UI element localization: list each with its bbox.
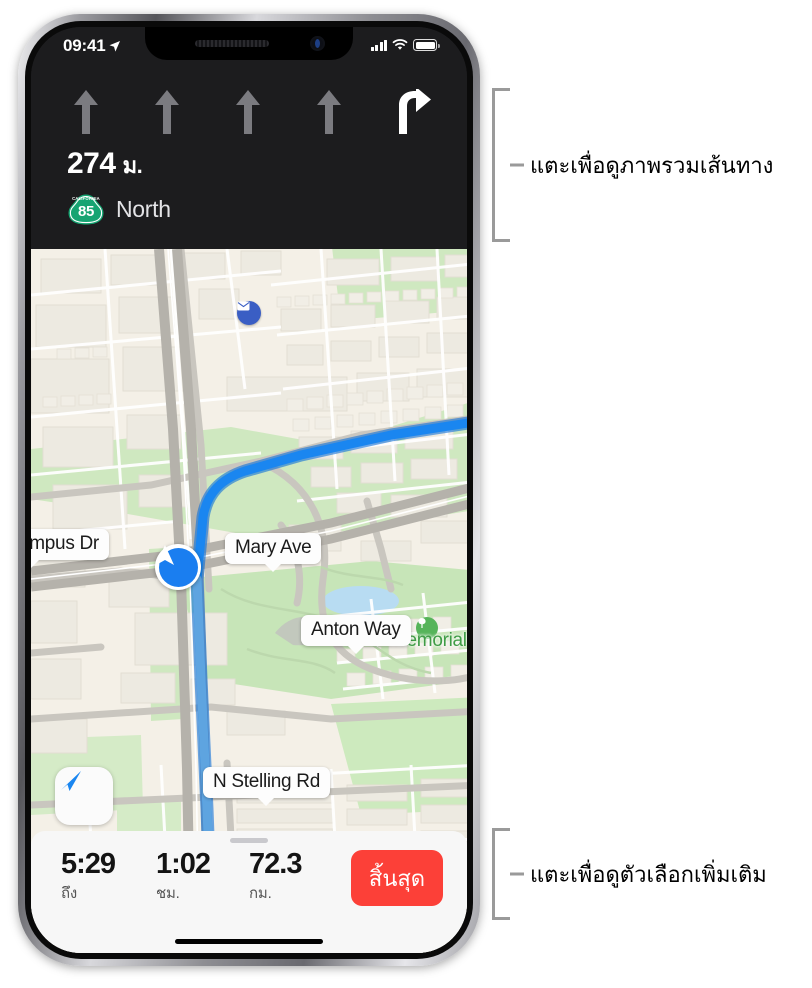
stat-distance: 72.3 กม.: [249, 849, 341, 905]
trip-info-sheet[interactable]: 5:29 ถึง 1:02 ชม. 72.3 กม. สิ้นสุด: [31, 831, 467, 953]
device-bezel: Memorial Par ampus Dr Mary Ave Anton Way…: [25, 21, 473, 959]
wifi-icon: [392, 39, 408, 50]
arrival-time-label: ถึง: [61, 884, 78, 902]
stat-arrival-time: 5:29 ถึง: [61, 849, 156, 905]
shield-state-text: CALIFORNIA: [72, 196, 100, 201]
distance-value: 274: [67, 147, 116, 180]
highway-shield-icon: CALIFORNIA 85: [67, 193, 105, 226]
trip-stats-row: 5:29 ถึง 1:02 ชม. 72.3 กม. สิ้นสุด: [31, 849, 467, 915]
distance-remaining-value: 72.3: [249, 848, 302, 880]
annotation-bracket: [492, 828, 510, 920]
road-name: North: [116, 196, 171, 222]
puck-inner: [156, 545, 198, 587]
iphone-device-frame: Memorial Par ampus Dr Mary Ave Anton Way…: [18, 14, 480, 966]
distance-to-maneuver: 274 ม.: [67, 147, 467, 183]
puck-arrow-glyph: [156, 545, 174, 565]
phone-screen: Memorial Par ampus Dr Mary Ave Anton Way…: [31, 27, 467, 953]
annotation-bracket: [492, 88, 510, 242]
map-callout-campus-dr[interactable]: ampus Dr: [31, 529, 109, 560]
status-bar: 09:41: [31, 27, 467, 67]
distance-remaining-label: กม.: [249, 884, 272, 902]
arrival-time-value: 5:29: [61, 848, 116, 880]
status-time-group: 09:41: [63, 36, 121, 56]
cellular-signal-icon: [370, 39, 387, 51]
screenshot-root: Memorial Par ampus Dr Mary Ave Anton Way…: [0, 0, 812, 988]
navigation-arrow-icon: [61, 771, 81, 791]
home-indicator-icon[interactable]: [175, 939, 323, 944]
end-navigation-button[interactable]: สิ้นสุด: [351, 850, 443, 906]
duration-label: ชม.: [156, 884, 180, 902]
shield-number-text: 85: [78, 203, 94, 220]
annotation-route-overview: แตะเพื่อดูภาพรวมเส้นทาง: [492, 88, 773, 242]
status-time: 09:41: [63, 36, 106, 55]
map-callout-n-stelling-rd[interactable]: N Stelling Rd: [203, 767, 330, 798]
distance-unit: ม.: [122, 153, 143, 178]
road-info-row: CALIFORNIA 85 North: [67, 193, 467, 226]
drag-handle-icon[interactable]: [230, 838, 268, 843]
location-arrow-icon: [109, 40, 121, 52]
lane-turn-right-icon: [397, 89, 433, 135]
recenter-tracking-button[interactable]: [55, 767, 113, 825]
status-indicators: [370, 39, 440, 51]
map-callout-anton-way[interactable]: Anton Way: [301, 615, 411, 646]
mail-pin-icon[interactable]: [237, 301, 261, 325]
envelope-glyph: [237, 301, 250, 311]
map-callout-mary-ave[interactable]: Mary Ave: [225, 533, 322, 564]
annotation-text: แตะเพื่อดูภาพรวมเส้นทาง: [530, 152, 774, 178]
lane-straight-icon-1: [73, 89, 99, 135]
duration-value: 1:02: [156, 848, 211, 880]
annotation-more-options: แตะเพื่อดูตัวเลือกเพิ่มเติม: [492, 828, 767, 920]
stat-duration: 1:02 ชม.: [156, 849, 249, 905]
lane-straight-icon-2: [154, 89, 180, 135]
navigation-puck-icon[interactable]: [155, 544, 201, 590]
tree-glyph: [418, 618, 426, 628]
lane-guidance: [31, 71, 467, 135]
lane-straight-icon-3: [235, 89, 261, 135]
battery-full-icon: [413, 39, 440, 51]
annotation-text: แตะเพื่อดูตัวเลือกเพิ่มเติม: [530, 861, 767, 887]
lane-straight-icon-4: [316, 89, 342, 135]
